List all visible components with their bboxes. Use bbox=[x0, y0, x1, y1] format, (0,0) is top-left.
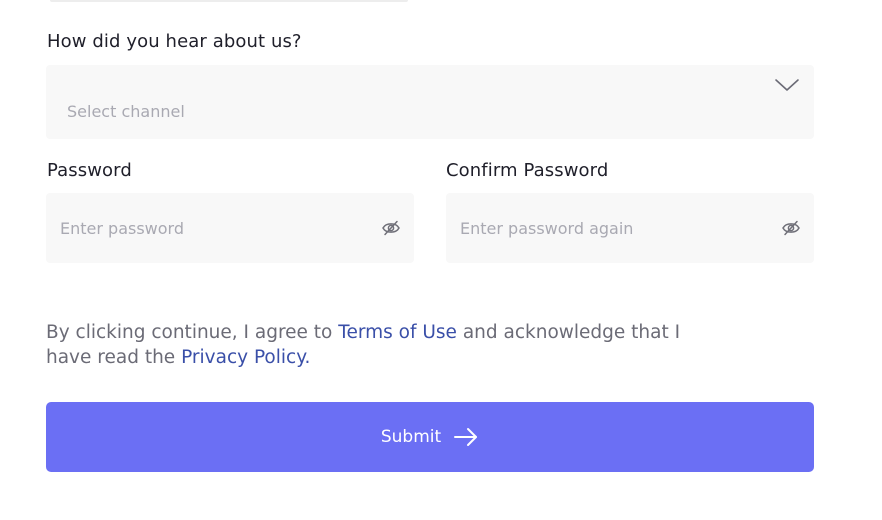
password-label: Password bbox=[47, 160, 132, 181]
signup-form: How did you hear about us? Select channe… bbox=[0, 0, 882, 520]
channel-placeholder: Select channel bbox=[67, 102, 185, 121]
confirm-password-field[interactable]: Enter password again bbox=[446, 193, 814, 263]
privacy-policy-link[interactable]: Privacy Policy. bbox=[181, 347, 310, 368]
channel-label: How did you hear about us? bbox=[47, 31, 302, 52]
chevron-down-icon bbox=[773, 75, 801, 95]
confirm-password-placeholder: Enter password again bbox=[460, 219, 634, 238]
eye-off-icon[interactable] bbox=[780, 218, 802, 238]
eye-off-icon[interactable] bbox=[380, 218, 402, 238]
submit-label: Submit bbox=[380, 427, 442, 447]
terms-text: By clicking continue, I agree to Terms o… bbox=[46, 320, 726, 370]
channel-select[interactable]: Select channel bbox=[46, 65, 814, 139]
submit-button[interactable]: Submit bbox=[46, 402, 814, 472]
terms-prefix: By clicking continue, I agree to bbox=[46, 322, 333, 343]
password-field[interactable]: Enter password bbox=[46, 193, 414, 263]
confirm-password-label: Confirm Password bbox=[446, 160, 609, 181]
password-placeholder: Enter password bbox=[60, 219, 184, 238]
terms-of-use-link[interactable]: Terms of Use bbox=[338, 322, 457, 343]
previous-field-edge bbox=[50, 0, 408, 2]
arrow-right-icon bbox=[453, 427, 479, 447]
